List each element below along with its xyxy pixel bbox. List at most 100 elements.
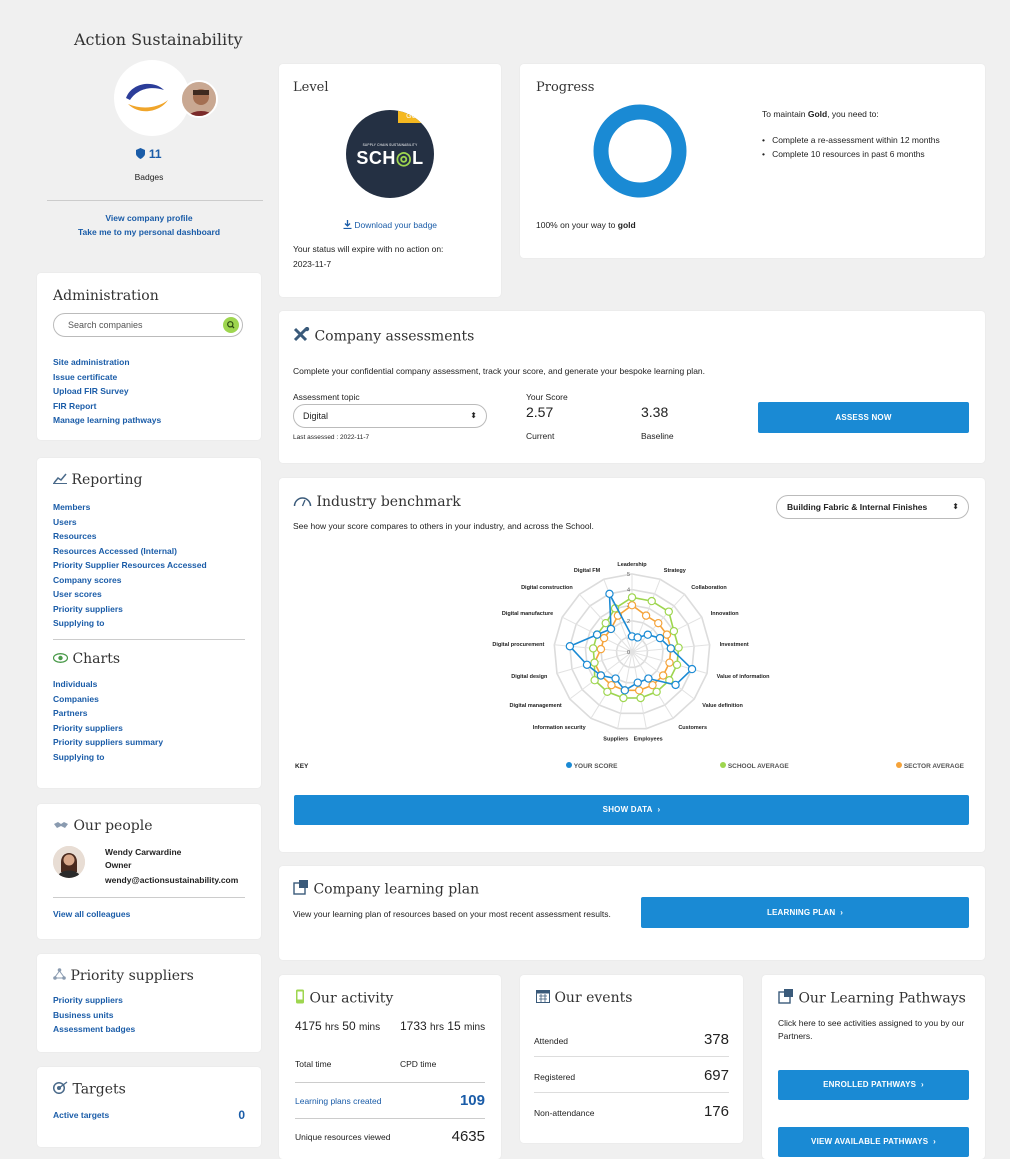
person-avatar[interactable] (53, 846, 85, 878)
events-row-non-attendance: Non-attendance 176 (534, 1099, 729, 1129)
admin-links: Site administration Issue certificate Up… (53, 355, 161, 428)
radar-point (590, 676, 599, 685)
learning-plan-title: Company learning plan (313, 881, 480, 898)
radar-point (647, 596, 656, 606)
enrolled-pathways-button[interactable]: ENROLLED PATHWAYS › (778, 1070, 969, 1100)
level-card: Level GOLD SUPPLY CHAIN SUSTAINABILITY S… (279, 64, 501, 297)
charts-partners-link[interactable]: Partners (53, 706, 163, 721)
download-badge-link[interactable]: Download your badge (279, 220, 501, 231)
baseline-score-label: Baseline (641, 431, 674, 441)
radar-point (665, 658, 674, 667)
reporting-company-scores-link[interactable]: Company scores (53, 573, 207, 588)
radar-tick-label: 0 (627, 650, 630, 656)
targets-title: Targets (72, 1081, 126, 1098)
calendar-icon (536, 989, 550, 1007)
events-title-row: Our events (536, 989, 632, 1007)
maintain-heading: To maintain Gold, you need to: (762, 109, 879, 119)
radar-point (633, 678, 642, 687)
events-row-label: Non-attendance (534, 1108, 595, 1118)
reporting-resources-link[interactable]: Resources (53, 529, 207, 544)
site-administration-link[interactable]: Site administration (53, 355, 161, 370)
charts-priority-suppliers-summary-link[interactable]: Priority suppliers summary (53, 735, 163, 750)
maintain-item: • Complete 10 resources in past 6 months (762, 149, 925, 159)
legend-school-average-label: SCHOOL AVERAGE (727, 763, 789, 770)
legend-dot-blue-icon (566, 762, 572, 768)
progress-card: Progress 100% on your way to gold To mai… (520, 64, 985, 258)
charts-supplying-to-link[interactable]: Supplying to (53, 750, 163, 765)
radar-point (627, 601, 637, 610)
progress-ring (593, 104, 687, 198)
search-icon[interactable] (223, 317, 239, 333)
manage-learning-pathways-link[interactable]: Manage learning pathways (53, 413, 161, 428)
industry-select[interactable]: Building Fabric & Internal Finishes ⬍ (776, 495, 969, 519)
radar-point (596, 671, 606, 680)
assess-now-button[interactable]: ASSESS NOW (758, 402, 969, 433)
fir-report-link[interactable]: FIR Report (53, 399, 161, 414)
cpd-time-value: 1733 hrs 15 mins (400, 1018, 490, 1036)
user-avatar[interactable] (180, 80, 218, 118)
select-arrows-icon: ⬍ (952, 502, 959, 511)
user-avatar-photo (182, 82, 216, 116)
view-all-colleagues-link[interactable]: View all colleagues (53, 907, 130, 922)
reporting-users-link[interactable]: Users (53, 515, 207, 530)
reporting-resources-accessed-link[interactable]: Resources Accessed (Internal) (53, 544, 207, 559)
active-targets-link[interactable]: Active targets (53, 1108, 109, 1123)
show-data-button[interactable]: SHOW DATA › (294, 795, 969, 825)
enrolled-pathways-label: ENROLLED PATHWAYS (823, 1080, 917, 1089)
progress-caption-prefix: 100% on your way to (536, 220, 618, 230)
maintain-level: Gold (807, 109, 828, 119)
personal-dashboard-link[interactable]: Take me to my personal dashboard (37, 225, 261, 240)
charts-individuals-link[interactable]: Individuals (53, 677, 163, 692)
learning-plan-title-row: Company learning plan (293, 880, 479, 899)
learning-plans-created-value[interactable]: 109 (460, 1092, 485, 1109)
our-events-card: Our events Attended 378 Registered 697 N… (520, 975, 743, 1143)
radar-point (672, 660, 682, 670)
activity-title-row: Our activity (295, 989, 393, 1008)
maintain-suffix: , you need to: (827, 109, 879, 119)
reporting-members-link[interactable]: Members (53, 500, 207, 515)
reporting-user-scores-link[interactable]: User scores (53, 587, 207, 602)
issue-certificate-link[interactable]: Issue certificate (53, 370, 161, 385)
reporting-card: Reporting Members Users Resources Resour… (37, 458, 261, 788)
radar-point (671, 680, 680, 690)
priority-suppliers-link[interactable]: Priority suppliers (53, 993, 135, 1008)
mins-unit: mins (464, 1022, 486, 1033)
download-badge-label: Download your badge (354, 220, 438, 230)
radar-point (582, 660, 592, 670)
badge-word-start: SCH (356, 148, 396, 168)
search-companies-input[interactable]: Search companies (53, 313, 243, 337)
targets-title-row: Targets (52, 1081, 126, 1098)
priority-suppliers-title: Priority suppliers (70, 968, 194, 984)
badge-count: 11 (148, 147, 162, 161)
radar-point (648, 680, 657, 690)
assessments-title: Company assessments (314, 328, 475, 345)
person-email[interactable]: wendy@actionsustainability.com (105, 875, 238, 885)
learning-plans-created-label[interactable]: Learning plans created (295, 1096, 381, 1106)
upload-fir-survey-link[interactable]: Upload FIR Survey (53, 384, 161, 399)
reporting-priority-suppliers-link[interactable]: Priority suppliers (53, 602, 207, 617)
priority-suppliers-links: Priority suppliers Business units Assess… (53, 993, 135, 1037)
events-row-attended: Attended 378 (534, 1027, 729, 1057)
administration-card: Administration Search companies Site adm… (37, 273, 261, 440)
view-company-profile-link[interactable]: View company profile (37, 211, 261, 226)
divider (53, 897, 245, 898)
radar-point (641, 611, 651, 620)
eye-icon (52, 651, 69, 667)
maintain-item-text: Complete a re-assessment within 12 month… (772, 135, 940, 145)
business-units-link[interactable]: Business units (53, 1008, 135, 1023)
hrs-unit: hrs (430, 1022, 444, 1033)
charts-priority-suppliers-link[interactable]: Priority suppliers (53, 721, 163, 736)
target-icon (52, 1081, 68, 1098)
reporting-priority-supplier-resources-link[interactable]: Priority Supplier Resources Accessed (53, 558, 207, 573)
badge-count-row[interactable]: 11 (37, 147, 261, 162)
pathways-title: Our Learning Pathways (798, 990, 966, 1007)
reporting-supplying-to-link[interactable]: Supplying to (53, 616, 207, 631)
learning-plan-button[interactable]: LEARNING PLAN › (641, 897, 969, 928)
assessment-badges-link[interactable]: Assessment badges (53, 1022, 135, 1037)
charts-companies-link[interactable]: Companies (53, 692, 163, 707)
charts-title: Charts (72, 651, 121, 667)
assessment-topic-select[interactable]: Digital ⬍ (293, 404, 487, 428)
radar-series-line (593, 604, 672, 692)
activity-title: Our activity (309, 990, 394, 1007)
view-available-pathways-button[interactable]: VIEW AVAILABLE PATHWAYS › (778, 1127, 969, 1157)
